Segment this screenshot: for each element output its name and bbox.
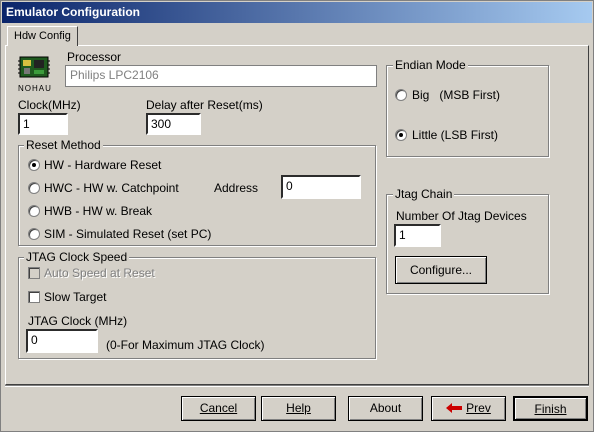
radio-hwb-reset-label[interactable]: HWB - HW w. Break — [44, 204, 152, 218]
processor-label: Processor — [67, 50, 122, 64]
window-title: Emulator Configuration — [6, 5, 140, 19]
radio-big-endian[interactable] — [395, 89, 407, 101]
radio-hw-reset-label[interactable]: HW - Hardware Reset — [44, 158, 161, 172]
button-separator — [5, 385, 589, 387]
radio-sim-reset[interactable] — [28, 228, 40, 240]
cancel-button[interactable]: Cancel — [181, 396, 256, 421]
help-button-label: Help — [286, 401, 311, 415]
configure-button[interactable]: Configure... — [395, 256, 487, 284]
radio-big-endian-label[interactable]: Big (MSB First) — [412, 88, 500, 102]
cancel-button-label: Cancel — [199, 401, 238, 415]
radio-sim-reset-label[interactable]: SIM - Simulated Reset (set PC) — [44, 227, 211, 241]
radio-hwb-reset[interactable] — [28, 205, 40, 217]
jtag-devices-label: Number Of Jtag Devices — [396, 209, 527, 223]
auto-speed-checkbox[interactable] — [28, 267, 40, 279]
finish-button-label: Finish — [534, 402, 567, 416]
emulator-config-window: Emulator Configuration Hdw Config NOHAU … — [0, 0, 594, 432]
about-button-label: About — [369, 401, 402, 415]
prev-button-label: Prev — [466, 401, 491, 415]
title-bar[interactable]: Emulator Configuration — [2, 2, 592, 23]
slow-target-label[interactable]: Slow Target — [44, 290, 106, 304]
radio-little-endian-label[interactable]: Little (LSB First) — [412, 128, 498, 142]
slow-target-checkbox[interactable] — [28, 291, 40, 303]
tab-label: Hdw Config — [14, 30, 71, 42]
finish-button[interactable]: Finish — [513, 396, 588, 421]
radio-little-endian[interactable] — [395, 129, 407, 141]
processor-field: Philips LPC2106 — [65, 65, 377, 87]
jtag-chain-title: Jtag Chain — [393, 187, 455, 201]
jtag-clock-label: JTAG Clock (MHz) — [28, 314, 128, 328]
delay-label: Delay after Reset(ms) — [146, 98, 263, 112]
jtag-clock-input[interactable]: 0 — [26, 329, 98, 353]
reset-method-title: Reset Method — [24, 138, 103, 152]
endian-mode-title: Endian Mode — [393, 58, 468, 72]
radio-hw-reset[interactable] — [28, 159, 40, 171]
chip-caption: NOHAU — [18, 84, 52, 93]
about-button[interactable]: About — [348, 396, 423, 421]
jtag-clock-hint: (0-For Maximum JTAG Clock) — [106, 338, 265, 352]
processor-chip-icon — [17, 56, 51, 86]
auto-speed-label: Auto Speed at Reset — [44, 266, 155, 280]
tab-hdw-config[interactable]: Hdw Config — [7, 26, 78, 46]
radio-hwc-reset[interactable] — [28, 182, 40, 194]
help-button[interactable]: Help — [261, 396, 336, 421]
delay-input[interactable]: 300 — [146, 113, 201, 135]
address-label: Address — [214, 181, 259, 195]
clock-label: Clock(MHz) — [18, 98, 81, 112]
address-input[interactable]: 0 — [281, 175, 361, 199]
configure-button-label: Configure... — [409, 263, 473, 277]
prev-button[interactable]: Prev — [431, 396, 506, 421]
clock-input[interactable]: 1 — [18, 113, 68, 135]
left-arrow-icon — [446, 398, 463, 420]
radio-hwc-reset-label[interactable]: HWC - HW w. Catchpoint — [44, 181, 179, 195]
jtag-clock-speed-title: JTAG Clock Speed — [24, 250, 130, 264]
jtag-devices-input[interactable]: 1 — [394, 224, 441, 247]
endian-mode-group — [386, 65, 549, 157]
